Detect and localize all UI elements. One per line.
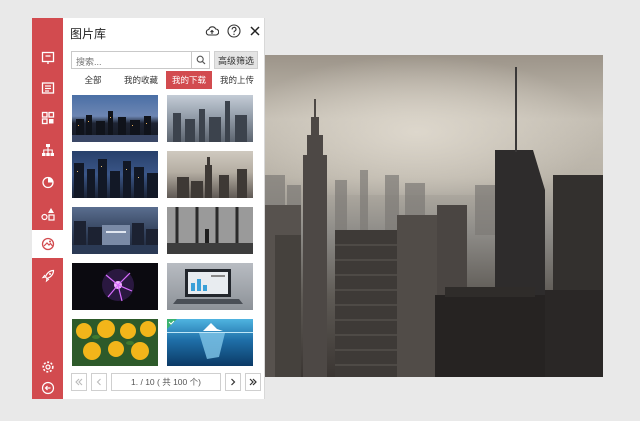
city-dusk-image <box>74 159 158 198</box>
search-icon <box>196 55 205 65</box>
picture-icon <box>41 237 54 251</box>
plasma-ball-image <box>102 269 134 302</box>
preview-image <box>265 55 603 377</box>
cloud-upload-icon[interactable] <box>205 24 219 38</box>
back-icon <box>41 381 54 395</box>
gear-icon <box>41 361 54 373</box>
chevron-left-icon <box>96 378 101 386</box>
sidebar <box>32 18 63 399</box>
sidebar-item-chart[interactable] <box>32 168 63 196</box>
double-chevron-left-icon <box>75 378 83 386</box>
iceberg-image <box>167 319 253 359</box>
thumbnail[interactable] <box>167 151 253 198</box>
sidebar-item-org-chart[interactable] <box>32 136 63 164</box>
search-button[interactable] <box>191 52 209 68</box>
last-page-button[interactable] <box>245 373 261 391</box>
office-window-image <box>167 207 253 254</box>
tab-bar: 全部 我的收藏 我的下载 我的上传 <box>71 71 261 89</box>
city-skyline-night-image <box>72 111 158 142</box>
thumbnail[interactable] <box>72 263 158 310</box>
prev-page-button[interactable] <box>91 373 107 391</box>
sidebar-item-shapes[interactable] <box>32 200 63 228</box>
org-chart-icon <box>41 144 54 156</box>
sidebar-item-launch[interactable] <box>32 262 63 290</box>
sidebar-item-text[interactable] <box>32 74 63 102</box>
double-chevron-right-icon <box>249 378 257 386</box>
first-page-button[interactable] <box>71 373 87 391</box>
text-box-icon <box>41 82 54 94</box>
city-aerial-image <box>173 101 247 142</box>
thumbnail[interactable] <box>167 95 253 142</box>
thumbnail[interactable] <box>72 207 158 254</box>
search-input[interactable] <box>72 54 190 70</box>
help-icon[interactable] <box>227 24 241 38</box>
advanced-filter-button[interactable]: 高级筛选 <box>214 51 258 69</box>
sidebar-item-slide[interactable] <box>32 44 63 72</box>
chevron-right-icon <box>231 378 236 386</box>
close-icon[interactable] <box>248 24 262 38</box>
thumbnail[interactable] <box>72 95 158 142</box>
thumbnail[interactable] <box>167 319 253 366</box>
next-page-button[interactable] <box>225 373 241 391</box>
sidebar-item-picture[interactable] <box>32 230 63 258</box>
layout-grid-icon <box>41 111 54 125</box>
thumbnail[interactable] <box>167 263 253 310</box>
tab-favorites[interactable]: 我的收藏 <box>117 71 165 89</box>
shapes-icon <box>40 208 55 221</box>
rocket-icon <box>41 269 54 283</box>
city-river-image <box>72 221 158 254</box>
pie-chart-icon <box>41 176 54 189</box>
tab-downloads[interactable]: 我的下载 <box>166 71 212 89</box>
city-skyline-illustration <box>265 67 603 377</box>
image-library-panel: 图片库 高级筛选 全部 我的收藏 我的下载 我的上传 <box>63 18 265 399</box>
page-info: 1. / 10 ( 共 100 个) <box>111 373 221 391</box>
thumbnail[interactable] <box>72 151 158 198</box>
lemons-image <box>76 320 156 360</box>
thumbnail[interactable] <box>72 319 158 366</box>
empire-state-image <box>177 157 247 198</box>
thumbnail[interactable] <box>167 207 253 254</box>
slide-icon <box>41 51 54 64</box>
laptop-dashboard-image <box>173 269 243 304</box>
sidebar-item-layout[interactable] <box>32 104 63 132</box>
tab-uploads[interactable]: 我的上传 <box>214 71 260 89</box>
pagination: 1. / 10 ( 共 100 个) <box>71 373 261 391</box>
panel-title: 图片库 <box>70 27 107 41</box>
sidebar-item-back[interactable] <box>32 374 63 402</box>
tab-all[interactable]: 全部 <box>71 71 115 89</box>
search-box <box>71 51 210 70</box>
